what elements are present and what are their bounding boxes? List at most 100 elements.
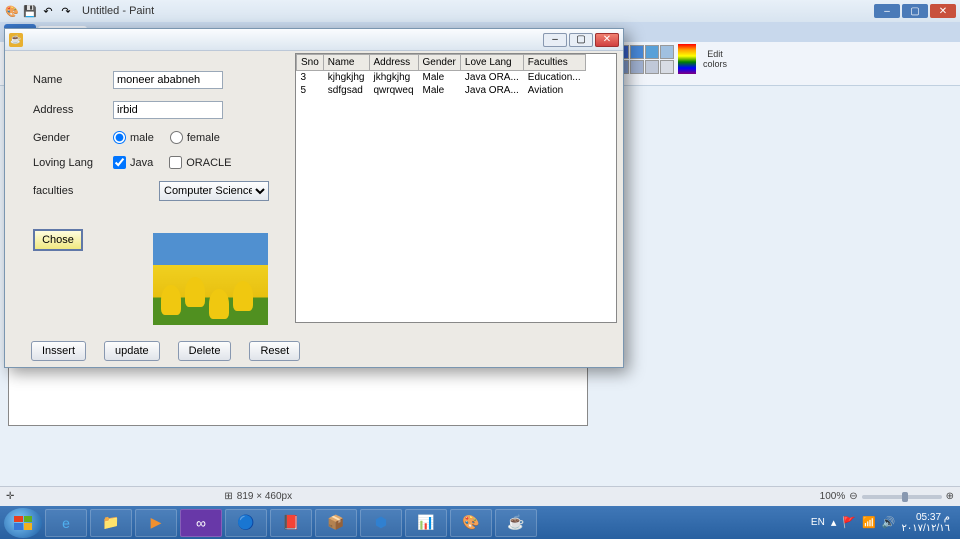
chose-button[interactable]: Chose [33, 229, 83, 251]
taskbar-mediaplayer[interactable]: ▶ [135, 509, 177, 537]
taskbar: e 📁 ▶ ∞ 🔵 📕 📦 ⬢ 📊 🎨 ☕ EN ▴ 🚩 📶 🔊 05:37 م… [0, 506, 960, 539]
start-button[interactable] [4, 508, 42, 538]
paint-title-text: Untitled - Paint [82, 5, 154, 17]
zoom-out-button[interactable]: ⊖ [849, 491, 857, 502]
color-swatch[interactable] [660, 45, 674, 59]
form-panel: Name Address Gender male female Loving L… [5, 51, 295, 341]
oracle-option[interactable]: ORACLE [169, 156, 231, 169]
taskbar-paint[interactable]: 🎨 [450, 509, 492, 537]
taskbar-app3[interactable]: ⬢ [360, 509, 402, 537]
table-row[interactable]: 5 sdfgsad qwrqweq Male Java ORA... Aviat… [297, 84, 586, 97]
color-swatch[interactable] [645, 60, 659, 74]
maximize-button[interactable]: ▢ [902, 4, 928, 18]
col-address[interactable]: Address [369, 55, 418, 71]
zoom-text: 100% [820, 491, 846, 502]
java-option[interactable]: Java [113, 156, 153, 169]
zoom-controls: 100% ⊖ ⊕ [820, 491, 954, 502]
paint-titlebar[interactable]: 🎨 💾 ↶ ↷ Untitled - Paint – ▢ ✕ [0, 0, 960, 22]
oracle-text: ORACLE [186, 157, 231, 169]
dialog-close-button[interactable]: ✕ [595, 33, 619, 47]
dialog-minimize-button[interactable]: – [543, 33, 567, 47]
taskbar-app1[interactable]: 📕 [270, 509, 312, 537]
zoom-in-button[interactable]: ⊕ [946, 491, 954, 502]
address-row: Address [33, 101, 283, 119]
tray-lang[interactable]: EN [811, 517, 825, 528]
dialog-window-buttons: – ▢ ✕ [543, 33, 619, 47]
redo-icon[interactable]: ↷ [58, 3, 74, 19]
delete-button[interactable]: Delete [178, 341, 232, 361]
close-button[interactable]: ✕ [930, 4, 956, 18]
button-bar: Inssert update Delete Reset [31, 341, 300, 361]
table-header-row: Sno Name Address Gender Love Lang Facult… [297, 55, 586, 71]
female-text: female [187, 132, 220, 144]
taskbar-chrome[interactable]: 🔵 [225, 509, 267, 537]
taskbar-app4[interactable]: 📊 [405, 509, 447, 537]
cell: qwrqweq [369, 84, 418, 97]
zoom-slider[interactable] [862, 495, 942, 499]
paint-statusbar: ✛ ⊞ 819 × 460px 100% ⊖ ⊕ [0, 486, 960, 506]
col-gender[interactable]: Gender [418, 55, 460, 71]
name-label: Name [33, 74, 113, 86]
tulip-shape [185, 277, 205, 307]
oracle-checkbox[interactable] [169, 156, 182, 169]
tray-network-icon[interactable]: 📶 [862, 516, 876, 529]
color-swatch[interactable] [660, 60, 674, 74]
table-row[interactable]: 3 kjhgkjhg jkhgkjhg Male Java ORA... Edu… [297, 71, 586, 85]
taskbar-visualstudio[interactable]: ∞ [180, 509, 222, 537]
female-option[interactable]: female [170, 131, 220, 144]
image-preview [153, 233, 268, 325]
reset-button[interactable]: Reset [249, 341, 300, 361]
update-button[interactable]: update [104, 341, 160, 361]
cell: Java ORA... [460, 71, 523, 85]
cell: Male [418, 71, 460, 85]
tulip-shape [233, 281, 253, 311]
cell: sdfgsad [323, 84, 369, 97]
edit-colors-label[interactable]: Edit colors [700, 49, 730, 69]
window-buttons: – ▢ ✕ [874, 4, 956, 18]
paint-app-icon: 🎨 [4, 3, 20, 19]
faculties-select[interactable]: Computer Science [159, 181, 269, 201]
male-text: male [130, 132, 154, 144]
taskbar-explorer[interactable]: 📁 [90, 509, 132, 537]
col-lovelang[interactable]: Love Lang [460, 55, 523, 71]
gender-label: Gender [33, 132, 113, 144]
edit-colors-icon[interactable] [678, 44, 696, 74]
col-name[interactable]: Name [323, 55, 369, 71]
tray-flag-icon[interactable]: 🚩 [842, 516, 856, 529]
dialog-maximize-button[interactable]: ▢ [569, 33, 593, 47]
male-radio[interactable] [113, 131, 126, 144]
address-input[interactable] [113, 101, 223, 119]
system-tray: EN ▴ 🚩 📶 🔊 05:37 م ٢٠١٧/١٢/١٦ [811, 512, 956, 534]
taskbar-java[interactable]: ☕ [495, 509, 537, 537]
faculties-row: faculties Computer Science [33, 181, 283, 201]
java-checkbox[interactable] [113, 156, 126, 169]
undo-icon[interactable]: ↶ [40, 3, 56, 19]
minimize-button[interactable]: – [874, 4, 900, 18]
faculties-label: faculties [33, 185, 113, 197]
java-form-dialog: ☕ – ▢ ✕ Name Address Gender male female … [4, 28, 624, 368]
save-icon[interactable]: 💾 [22, 3, 38, 19]
taskbar-ie[interactable]: e [45, 509, 87, 537]
data-table[interactable]: Sno Name Address Gender Love Lang Facult… [295, 53, 617, 323]
lang-label: Loving Lang [33, 157, 113, 169]
insert-button[interactable]: Inssert [31, 341, 86, 361]
female-radio[interactable] [170, 131, 183, 144]
cell: 3 [297, 71, 324, 85]
tray-show-hidden-icon[interactable]: ▴ [831, 516, 837, 529]
taskbar-app2[interactable]: 📦 [315, 509, 357, 537]
col-sno[interactable]: Sno [297, 55, 324, 71]
name-input[interactable] [113, 71, 223, 89]
dialog-titlebar[interactable]: ☕ – ▢ ✕ [5, 29, 623, 51]
canvas-dimensions: ⊞ 819 × 460px [224, 491, 292, 502]
col-faculties[interactable]: Faculties [523, 55, 585, 71]
color-swatch[interactable] [630, 60, 644, 74]
tray-clock[interactable]: 05:37 م ٢٠١٧/١٢/١٦ [901, 512, 950, 534]
male-option[interactable]: male [113, 131, 154, 144]
color-swatch[interactable] [645, 45, 659, 59]
table-panel: Sno Name Address Gender Love Lang Facult… [295, 51, 623, 341]
tray-volume-icon[interactable]: 🔊 [882, 516, 896, 529]
cell: Male [418, 84, 460, 97]
clock-ampm: م [944, 512, 950, 523]
color-swatch[interactable] [630, 45, 644, 59]
dialog-body: Name Address Gender male female Loving L… [5, 51, 623, 341]
